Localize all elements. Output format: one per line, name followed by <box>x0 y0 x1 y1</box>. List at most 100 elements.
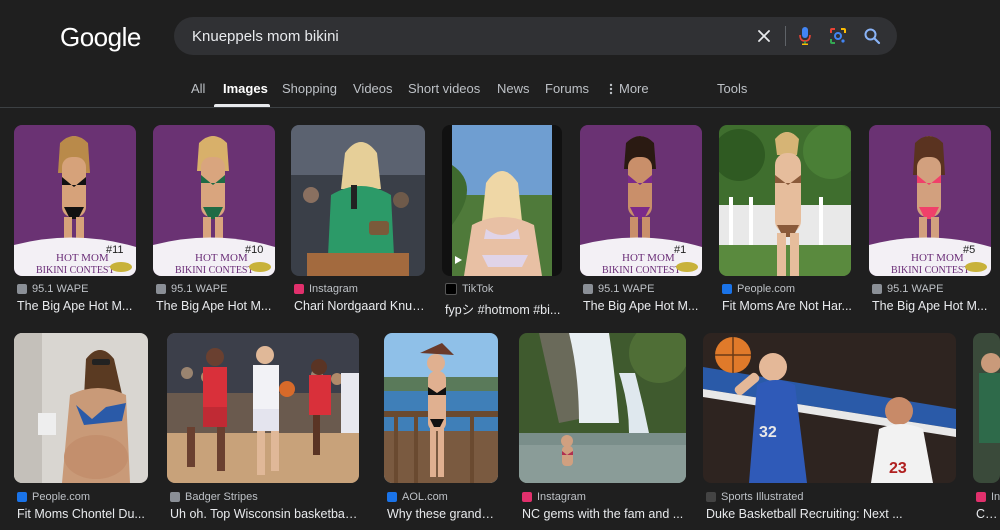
banner-text: BIKINI CONTEST <box>891 265 970 276</box>
google-logo[interactable]: Google <box>60 22 141 53</box>
result-source[interactable]: 95.1 WAPE <box>156 283 227 295</box>
source-name: People.com <box>737 283 796 295</box>
banner-text: BIKINI CONTEST <box>175 265 254 276</box>
instagram-icon <box>976 492 986 502</box>
result-source[interactable]: People.com <box>17 491 90 503</box>
favicon-icon <box>17 284 27 294</box>
result-source[interactable]: People.com <box>722 283 795 295</box>
result-thumbnail[interactable]: 32 23 <box>703 333 956 483</box>
source-name: 95.1 WAPE <box>598 283 655 295</box>
result-thumbnail[interactable] <box>384 333 498 483</box>
result-caption[interactable]: NC gems with the fam and ... <box>522 507 687 521</box>
result-caption[interactable]: The Big Ape Hot M... <box>156 299 276 313</box>
result-thumbnail[interactable]: HOT MOM BIKINI CONTEST #1 <box>580 125 702 276</box>
jersey-number: 32 <box>759 424 777 441</box>
search-input[interactable]: Knueppels mom bikini <box>192 28 339 45</box>
result-thumbnail[interactable] <box>519 333 686 483</box>
banner-text: HOT MOM <box>56 252 109 264</box>
result-thumbnail[interactable]: HOT MOM BIKINI CONTEST #5 <box>869 125 991 276</box>
result-thumbnail[interactable]: HOT MOM BIKINI CONTEST #10 <box>153 125 275 276</box>
search-divider <box>785 26 786 46</box>
result-caption[interactable]: Uh oh. Top Wisconsin basketball r... <box>170 507 360 521</box>
result-source[interactable]: In <box>976 491 1000 503</box>
tab-shopping[interactable]: Shopping <box>282 81 337 96</box>
banner-text: HOT MOM <box>622 252 675 264</box>
instagram-icon <box>294 284 304 294</box>
result-caption[interactable]: Fit Moms Are Not Har... <box>722 299 852 313</box>
result-caption[interactable]: Fit Moms Chontel Du... <box>17 507 149 521</box>
close-icon[interactable] <box>754 26 774 46</box>
people-icon <box>17 492 27 502</box>
result-caption[interactable]: The Big Ape Hot M... <box>17 299 137 313</box>
result-source[interactable]: Instagram <box>294 283 358 295</box>
source-name: 95.1 WAPE <box>171 283 228 295</box>
result-caption[interactable]: Chari Nordgaard Knue... <box>294 299 426 313</box>
result-caption[interactable]: Duke Basketball Recruiting: Next ... <box>706 507 956 521</box>
banner-text: BIKINI CONTEST <box>36 265 115 276</box>
result-caption[interactable]: Chai <box>976 507 1000 521</box>
favicon-icon <box>170 492 180 502</box>
source-name: 95.1 WAPE <box>887 283 944 295</box>
microphone-icon[interactable] <box>795 26 815 46</box>
result-caption[interactable]: fypシ #hotmom #bi... <box>445 299 563 318</box>
si-icon <box>706 492 716 502</box>
tab-images[interactable]: Images <box>223 81 268 96</box>
result-source[interactable]: Instagram <box>522 491 586 503</box>
favicon-icon <box>583 284 593 294</box>
banner-text: HOT MOM <box>911 252 964 264</box>
result-thumbnail[interactable] <box>719 125 851 276</box>
result-source[interactable]: TikTok <box>445 283 493 295</box>
jersey-number: 23 <box>889 460 907 477</box>
search-icon[interactable] <box>862 26 882 46</box>
source-name: Sports Illustrated <box>721 491 804 503</box>
result-thumbnail[interactable] <box>167 333 359 483</box>
tab-all[interactable]: All <box>191 81 205 96</box>
source-name: Instagram <box>537 491 586 503</box>
result-source[interactable]: 95.1 WAPE <box>872 283 943 295</box>
search-bar[interactable]: Knueppels mom bikini <box>174 17 897 55</box>
result-caption[interactable]: The Big Ape Hot M... <box>872 299 992 313</box>
result-thumbnail[interactable] <box>442 125 562 276</box>
result-source[interactable]: Sports Illustrated <box>706 491 804 503</box>
favicon-icon <box>872 284 882 294</box>
result-caption[interactable]: Why these grandma... <box>387 507 499 521</box>
result-source[interactable]: 95.1 WAPE <box>583 283 654 295</box>
banner-text: BIKINI CONTEST <box>602 265 681 276</box>
favicon-icon <box>156 284 166 294</box>
result-caption[interactable]: The Big Ape Hot M... <box>583 299 703 313</box>
tab-more-label: More <box>619 81 649 96</box>
source-name: TikTok <box>462 283 494 295</box>
result-badge: #10 <box>245 244 263 256</box>
result-source[interactable]: Badger Stripes <box>170 491 258 503</box>
result-thumbnail[interactable] <box>973 333 1000 483</box>
aol-icon <box>387 492 397 502</box>
source-name: People.com <box>32 491 91 503</box>
tab-more[interactable]: More <box>609 81 649 96</box>
result-badge: #5 <box>963 244 975 256</box>
search-tabs: All Images Shopping Videos Short videos … <box>0 78 1000 108</box>
people-icon <box>722 284 732 294</box>
source-name: Badger Stripes <box>185 491 258 503</box>
result-badge: #11 <box>106 244 124 256</box>
result-source[interactable]: AOL.com <box>387 491 448 503</box>
tab-forums[interactable]: Forums <box>545 81 589 96</box>
instagram-icon <box>522 492 532 502</box>
tab-videos[interactable]: Videos <box>353 81 393 96</box>
result-badge: #1 <box>674 244 686 256</box>
header-divider <box>0 107 1000 108</box>
result-thumbnail[interactable] <box>291 125 425 276</box>
source-name: In <box>991 491 1000 503</box>
result-thumbnail[interactable] <box>14 333 148 483</box>
tab-news[interactable]: News <box>497 81 530 96</box>
source-name: Instagram <box>309 283 358 295</box>
result-thumbnail[interactable]: HOT MOM BIKINI CONTEST #11 <box>14 125 136 276</box>
source-name: AOL.com <box>402 491 448 503</box>
more-vert-icon <box>609 83 613 94</box>
tiktok-icon <box>445 283 457 295</box>
tab-short-videos[interactable]: Short videos <box>408 81 480 96</box>
banner-text: HOT MOM <box>195 252 248 264</box>
tools-button[interactable]: Tools <box>717 81 747 96</box>
result-source[interactable]: 95.1 WAPE <box>17 283 88 295</box>
lens-icon[interactable] <box>828 26 848 46</box>
source-name: 95.1 WAPE <box>32 283 89 295</box>
